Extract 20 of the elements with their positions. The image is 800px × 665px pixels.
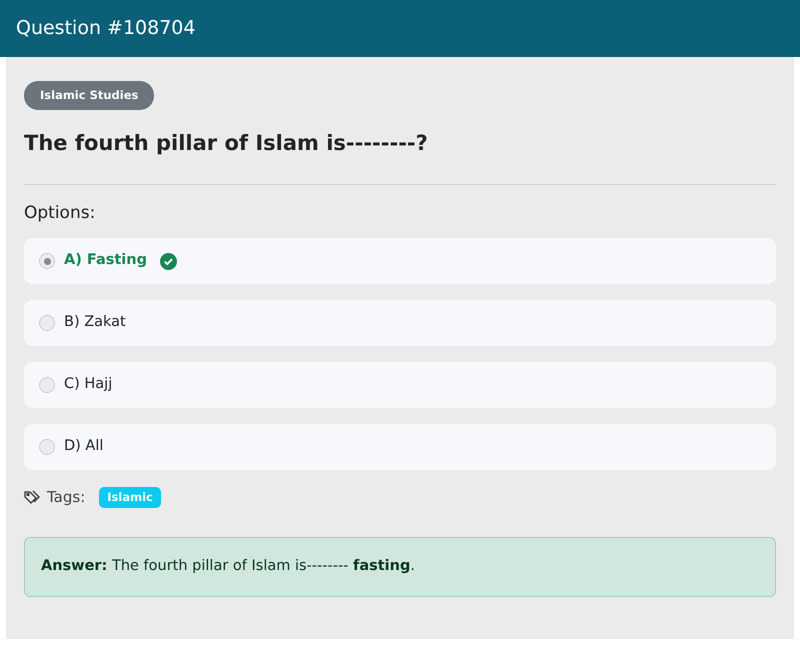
option-label: B) Zakat xyxy=(64,313,126,332)
option-row[interactable]: A) Fasting xyxy=(24,238,776,284)
category-badge[interactable]: Islamic Studies xyxy=(24,81,154,110)
option-label: A) Fasting xyxy=(64,251,147,270)
tags-icon xyxy=(24,490,41,506)
check-circle-icon xyxy=(160,252,177,270)
option-label: D) All xyxy=(64,437,104,456)
radio-button[interactable] xyxy=(39,377,55,394)
question-title: Question #108704 xyxy=(16,16,196,42)
option-row[interactable]: B) Zakat xyxy=(24,300,776,346)
radio-button[interactable] xyxy=(39,439,55,456)
answer-text: Answer: The fourth pillar of Islam is-------- fasting. xyxy=(24,536,776,596)
option-row[interactable]: C) Hajj xyxy=(24,362,776,408)
question-text: The fourth pillar of Islam is--------? xyxy=(24,130,429,158)
options-label: Options: xyxy=(24,202,96,225)
radio-button[interactable] xyxy=(39,253,55,270)
option-label: C) Hajj xyxy=(64,375,112,394)
option-row[interactable]: D) All xyxy=(24,424,776,470)
tags-label: Tags: xyxy=(47,487,86,508)
radio-button[interactable] xyxy=(39,315,55,332)
